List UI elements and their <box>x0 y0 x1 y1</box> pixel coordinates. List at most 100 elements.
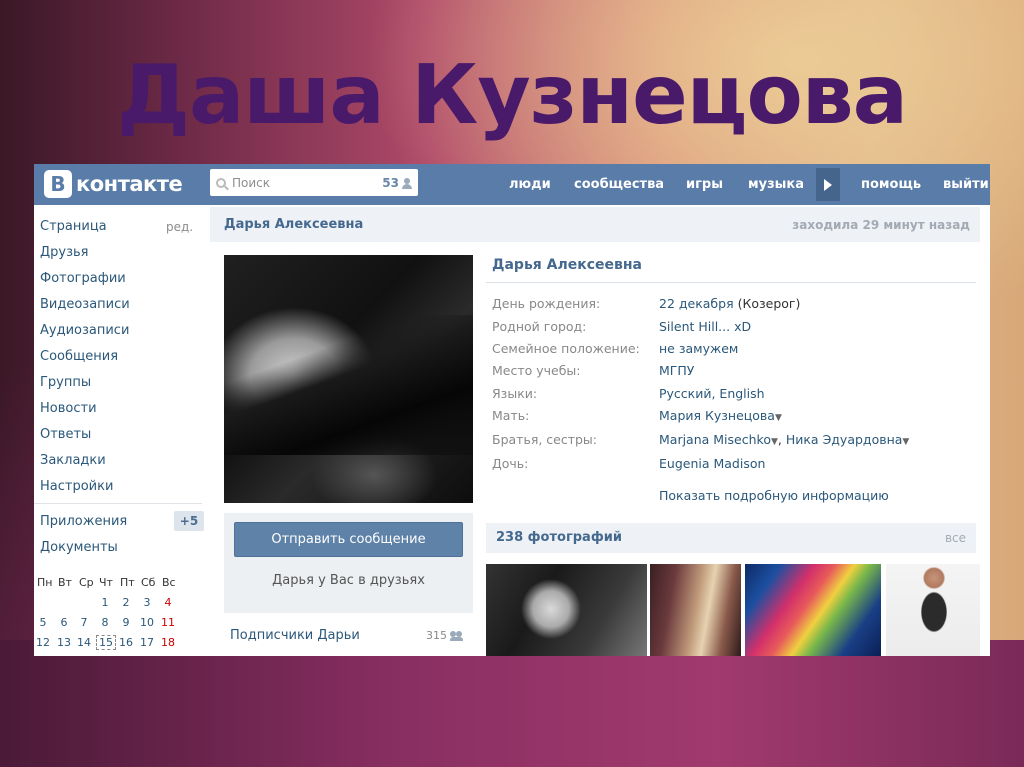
mother-value[interactable]: Мария Кузнецова▼ <box>659 408 782 423</box>
photo-thumbnail[interactable] <box>486 564 647 656</box>
sidebar-item-audio[interactable]: Аудиозаписи <box>40 323 129 338</box>
nav-people[interactable]: люди <box>509 164 551 205</box>
photo-thumbnail[interactable] <box>650 564 741 656</box>
avatar-shading <box>224 315 473 455</box>
calendar-day[interactable]: 2 <box>117 596 135 609</box>
marital-value[interactable]: не замужем <box>659 341 738 356</box>
photo-thumbnail[interactable] <box>886 564 980 656</box>
person-icon <box>402 178 412 189</box>
calendar-day[interactable]: 6 <box>55 616 73 629</box>
calendar-day[interactable]: 18 <box>159 636 177 649</box>
calendar-day-today[interactable]: 15 <box>96 635 116 650</box>
sidebar-item-messages[interactable]: Сообщения <box>40 349 118 364</box>
calendar-day[interactable]: 13 <box>55 636 73 649</box>
vk-logo-text: контакте <box>76 172 183 196</box>
sibling-link[interactable]: Ника Эдуардовна <box>786 432 903 447</box>
calendar-day[interactable]: 9 <box>117 616 135 629</box>
calendar-weekday: Вт <box>58 576 72 589</box>
nav-help[interactable]: помощь <box>861 164 921 205</box>
sidebar-edit-link[interactable]: ред. <box>166 220 193 234</box>
calendar-day[interactable]: 5 <box>34 616 52 629</box>
sidebar-item-apps[interactable]: Приложения <box>40 514 127 529</box>
photos-title[interactable]: 238 фотографий <box>496 530 622 545</box>
calendar-day[interactable]: 16 <box>117 636 135 649</box>
dropdown-arrow-icon: ▼ <box>770 437 778 447</box>
siblings-value: Marjana Misechko▼, Ника Эдуардовна▼ <box>659 432 910 447</box>
friend-status[interactable]: Дарья у Вас в друзьях <box>224 573 473 588</box>
nav-games[interactable]: игры <box>686 164 723 205</box>
calendar-day[interactable]: 7 <box>75 616 93 629</box>
search-icon <box>216 177 226 188</box>
slide-bottom-band <box>0 640 1024 767</box>
sidebar-item-videos[interactable]: Видеозаписи <box>40 297 130 312</box>
daughter-label: Дочь: <box>492 456 529 471</box>
show-more-info-link[interactable]: Показать подробную информацию <box>659 488 889 503</box>
subscribers-count: 315 <box>426 629 464 642</box>
hometown-value[interactable]: Silent Hill... xD <box>659 319 751 334</box>
calendar-day[interactable]: 12 <box>34 636 52 649</box>
calendar-weekday: Сб <box>141 576 156 589</box>
zodiac-value[interactable]: (Козерог) <box>738 296 801 311</box>
photo-thumbnail[interactable] <box>745 564 881 656</box>
calendar-day[interactable]: 17 <box>138 636 156 649</box>
birthday-value: 22 декабря (Козерог) <box>659 296 800 311</box>
subscribers-link[interactable]: Подписчики Дарьи <box>230 628 360 643</box>
study-label: Место учебы: <box>492 363 581 378</box>
languages-label: Языки: <box>492 386 538 401</box>
daughter-value[interactable]: Eugenia Madison <box>659 456 765 471</box>
search-input[interactable]: Поиск 53 <box>210 169 418 196</box>
calendar-weekday: Пн <box>37 576 53 589</box>
marital-label: Семейное положение: <box>492 341 640 356</box>
sidebar: Страница ред. Друзья Фотографии Видеозап… <box>34 205 210 656</box>
hometown-label: Родной город: <box>492 319 587 334</box>
calendar-day[interactable]: 14 <box>75 636 93 649</box>
profile-avatar[interactable] <box>224 255 473 503</box>
vk-logo[interactable]: В контакте <box>44 170 183 198</box>
calendar-weekday: Пт <box>120 576 135 589</box>
calendar-day[interactable]: 1 <box>96 596 114 609</box>
calendar-day[interactable]: 11 <box>159 616 177 629</box>
calendar-weekday: Вс <box>162 576 176 589</box>
dropdown-arrow-icon: ▼ <box>902 437 910 447</box>
study-value[interactable]: МГПУ <box>659 363 694 378</box>
top-bar: В контакте Поиск 53 люди сообщества игры… <box>34 164 990 206</box>
languages-value[interactable]: Русский, English <box>659 386 765 401</box>
dropdown-arrow-icon: ▼ <box>774 413 782 423</box>
play-button[interactable] <box>816 168 840 201</box>
profile-name: Дарья Алексеевна <box>492 257 643 273</box>
sidebar-item-friends[interactable]: Друзья <box>40 245 89 260</box>
search-count: 53 <box>382 176 412 190</box>
calendar-day[interactable]: 4 <box>159 596 177 609</box>
sibling-link[interactable]: Marjana Misechko <box>659 432 771 447</box>
calendar-day[interactable]: 10 <box>138 616 156 629</box>
sidebar-item-bookmarks[interactable]: Закладки <box>40 453 106 468</box>
info-divider <box>486 282 976 283</box>
calendar-day[interactable]: 3 <box>138 596 156 609</box>
siblings-label: Братья, сестры: <box>492 432 598 447</box>
sidebar-item-documents[interactable]: Документы <box>40 540 118 555</box>
sidebar-item-answers[interactable]: Ответы <box>40 427 91 442</box>
sidebar-item-news[interactable]: Новости <box>40 401 97 416</box>
sidebar-item-photos[interactable]: Фотографии <box>40 271 126 286</box>
nav-communities[interactable]: сообщества <box>574 164 664 205</box>
people-icon <box>450 631 464 641</box>
profile-actions: Отправить сообщение Дарья у Вас в друзья… <box>224 513 473 613</box>
search-placeholder: Поиск <box>232 175 271 190</box>
vk-screenshot: В контакте Поиск 53 люди сообщества игры… <box>34 164 990 656</box>
send-message-button[interactable]: Отправить сообщение <box>234 522 463 557</box>
sidebar-item-page[interactable]: Страница <box>40 219 107 234</box>
play-icon <box>824 178 832 191</box>
apps-badge[interactable]: +5 <box>174 511 204 531</box>
calendar-day[interactable]: 8 <box>96 616 114 629</box>
sidebar-item-settings[interactable]: Настройки <box>40 479 113 494</box>
photos-all-link[interactable]: все <box>945 531 966 545</box>
birthday-link[interactable]: 22 декабря <box>659 296 734 311</box>
profile-main: Дарья Алексеевна заходила 29 минут назад… <box>210 205 990 656</box>
sidebar-item-groups[interactable]: Группы <box>40 375 91 390</box>
sidebar-divider <box>34 503 202 504</box>
nav-music[interactable]: музыка <box>748 164 804 205</box>
slide-title: Даша Кузнецова <box>116 48 908 143</box>
nav-logout[interactable]: выйти <box>943 164 989 205</box>
calendar-weekday: Ср <box>79 576 94 589</box>
profile-header-name: Дарья Алексеевна <box>224 217 364 232</box>
